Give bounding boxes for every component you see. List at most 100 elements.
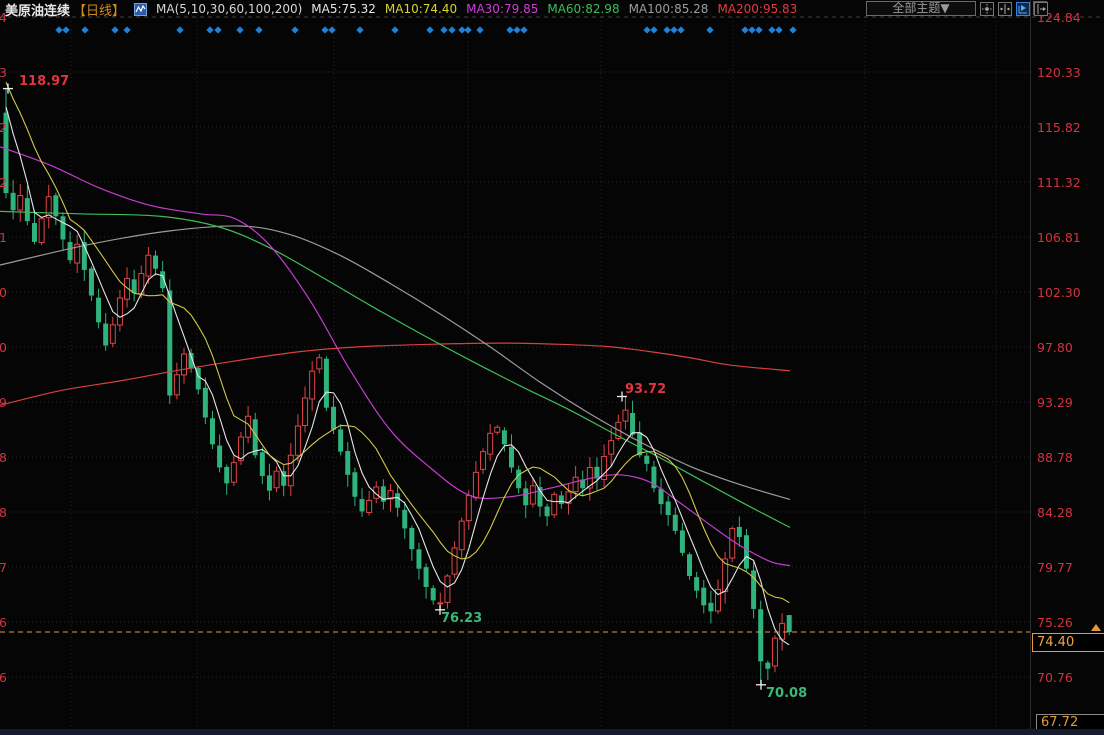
candle-down bbox=[501, 430, 507, 445]
trading-app-window: 美原油连续 【日线】 MA(5,10,30,60,100,200) MA5:75… bbox=[0, 0, 1104, 735]
price-annotation-low: 76.23 bbox=[441, 611, 483, 626]
event-dot[interactable] bbox=[706, 26, 714, 34]
event-dot[interactable] bbox=[748, 26, 756, 34]
candle-up bbox=[608, 440, 615, 455]
event-dot[interactable] bbox=[768, 26, 776, 34]
event-dot[interactable] bbox=[440, 26, 448, 34]
event-dot[interactable] bbox=[391, 26, 399, 34]
event-dot[interactable] bbox=[755, 26, 763, 34]
event-dot[interactable] bbox=[464, 26, 472, 34]
candle-down bbox=[103, 323, 109, 346]
event-dot[interactable] bbox=[236, 26, 244, 34]
candle-down bbox=[409, 527, 415, 550]
candle-up bbox=[729, 527, 736, 559]
axis-price-label-left-clipped: 102.30 bbox=[0, 285, 7, 300]
price-marker-triangle-icon bbox=[1091, 624, 1101, 631]
event-dot[interactable] bbox=[426, 26, 434, 34]
candle-down bbox=[665, 501, 671, 516]
playback-icon[interactable] bbox=[1016, 1, 1030, 16]
event-dot[interactable] bbox=[520, 26, 528, 34]
event-dot[interactable] bbox=[677, 26, 685, 34]
fit-horizontal-icon[interactable] bbox=[998, 1, 1012, 16]
event-dot[interactable] bbox=[81, 26, 89, 34]
candle-down bbox=[359, 499, 365, 512]
mini-chart-icon[interactable] bbox=[134, 2, 148, 16]
ma100-line bbox=[0, 225, 791, 501]
ma10-value: MA10:74.40 bbox=[384, 2, 458, 16]
step-forward-icon[interactable] bbox=[1034, 1, 1048, 16]
candle-down bbox=[423, 567, 429, 587]
candle-down bbox=[736, 526, 742, 537]
candle-down bbox=[96, 297, 102, 323]
candle-down bbox=[430, 588, 436, 601]
candle-down bbox=[694, 577, 700, 591]
event-dot[interactable] bbox=[111, 26, 119, 34]
candle-up bbox=[451, 547, 458, 575]
period-label[interactable]: 【日线】 bbox=[73, 0, 125, 19]
axis-price-label: 79.77 bbox=[1037, 560, 1073, 575]
chart-plot-area[interactable] bbox=[0, 0, 1104, 729]
axis-price-label: 102.30 bbox=[1037, 285, 1081, 300]
event-dot[interactable] bbox=[643, 26, 651, 34]
candle-down bbox=[765, 662, 771, 669]
axis-price-label: 106.81 bbox=[1037, 230, 1081, 245]
event-dot[interactable] bbox=[206, 26, 214, 34]
candle-down bbox=[88, 268, 94, 296]
candle-up bbox=[487, 432, 494, 455]
axis-price-label: 115.82 bbox=[1037, 120, 1081, 135]
ma-formula-label: MA(5,10,30,60,100,200) bbox=[156, 2, 303, 16]
axis-price-label: 88.78 bbox=[1037, 450, 1073, 465]
candle-down bbox=[323, 358, 329, 408]
event-dot[interactable] bbox=[255, 26, 263, 34]
event-dot[interactable] bbox=[506, 26, 514, 34]
candle-down bbox=[10, 192, 16, 211]
candle-up bbox=[622, 409, 629, 422]
price-annotation-high: 93.72 bbox=[625, 382, 667, 397]
ma200-value: MA200:95.83 bbox=[717, 2, 798, 16]
event-dot[interactable] bbox=[62, 26, 70, 34]
bottom-scrollbar[interactable] bbox=[0, 729, 1104, 735]
themes-dropdown[interactable]: 全部主题▼ bbox=[866, 1, 976, 16]
axis-price-label-left-clipped: 84.28 bbox=[0, 505, 7, 520]
candle-down bbox=[131, 279, 137, 294]
candle-up bbox=[529, 485, 536, 505]
event-dot[interactable] bbox=[663, 26, 671, 34]
price-axis[interactable]: 74.40 67.72 124.84 120.33 115.82 111.32 106.… bbox=[1030, 0, 1104, 732]
candle-up bbox=[173, 374, 180, 396]
event-dot[interactable] bbox=[789, 26, 797, 34]
candle-down bbox=[516, 469, 522, 489]
event-dot[interactable] bbox=[328, 26, 336, 34]
candle-up bbox=[316, 357, 323, 370]
candle-down bbox=[509, 446, 515, 468]
event-dot[interactable] bbox=[741, 26, 749, 34]
event-dot[interactable] bbox=[321, 26, 329, 34]
event-dot[interactable] bbox=[448, 26, 456, 34]
candle-down bbox=[402, 509, 408, 529]
candle-up bbox=[17, 195, 24, 211]
event-dot[interactable] bbox=[55, 26, 63, 34]
event-dot[interactable] bbox=[356, 26, 364, 34]
candle-down bbox=[679, 530, 685, 553]
event-dot[interactable] bbox=[513, 26, 521, 34]
ma30-value: MA30:79.85 bbox=[466, 2, 539, 16]
event-dot[interactable] bbox=[123, 26, 131, 34]
event-dot[interactable] bbox=[476, 26, 484, 34]
event-dot[interactable] bbox=[214, 26, 222, 34]
event-dot[interactable] bbox=[291, 26, 299, 34]
event-dot[interactable] bbox=[775, 26, 783, 34]
ma200-line bbox=[0, 342, 791, 406]
event-dot[interactable] bbox=[650, 26, 658, 34]
move-crosshair-icon[interactable] bbox=[980, 1, 994, 16]
axis-price-label-left-clipped: 111.32 bbox=[0, 175, 7, 190]
ma100-value: MA100:85.28 bbox=[628, 2, 709, 16]
event-dot[interactable] bbox=[670, 26, 678, 34]
event-dot[interactable] bbox=[176, 26, 184, 34]
candle-down bbox=[338, 429, 344, 452]
axis-price-label: 70.76 bbox=[1037, 670, 1073, 685]
ma60-value: MA60:82.98 bbox=[547, 2, 620, 16]
candle-down bbox=[259, 452, 265, 477]
candle-down bbox=[331, 406, 337, 430]
price-annotation-high: 118.97 bbox=[19, 74, 70, 89]
chart-toolbar: 全部主题▼ bbox=[866, 1, 1048, 16]
candle-down bbox=[416, 549, 422, 569]
